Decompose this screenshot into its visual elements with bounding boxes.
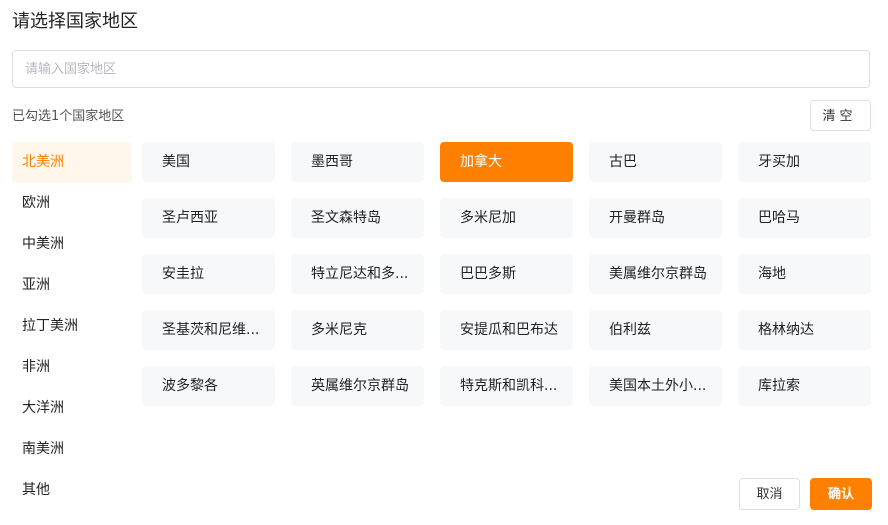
region-item[interactable]: 北美洲 (12, 142, 132, 183)
country-option[interactable]: 圣卢西亚 (142, 198, 275, 238)
country-option[interactable]: 墨西哥 (291, 142, 424, 182)
clear-button[interactable]: 清空 (810, 100, 871, 131)
region-item[interactable]: 欧洲 (12, 183, 132, 224)
country-option[interactable]: 古巴 (589, 142, 722, 182)
country-option[interactable]: 巴巴多斯 (440, 254, 573, 294)
country-option[interactable]: 特克斯和凯科... (440, 366, 573, 406)
country-option[interactable]: 开曼群岛 (589, 198, 722, 238)
country-option[interactable]: 圣文森特岛 (291, 198, 424, 238)
country-option[interactable]: 库拉索 (738, 366, 871, 406)
country-option[interactable]: 美国 (142, 142, 275, 182)
country-option[interactable]: 特立尼达和多... (291, 254, 424, 294)
country-option-selected[interactable]: 加拿大 (440, 142, 573, 182)
cancel-button[interactable]: 取消 (739, 478, 800, 510)
country-option[interactable]: 格林纳达 (738, 310, 871, 350)
country-option[interactable]: 安圭拉 (142, 254, 275, 294)
region-item[interactable]: 非洲 (12, 347, 132, 388)
region-list: 北美洲 欧洲 中美洲 亚洲 拉丁美洲 非洲 大洋洲 南美洲 其他 (12, 142, 132, 511)
country-option[interactable]: 多米尼克 (291, 310, 424, 350)
confirm-button[interactable]: 确认 (810, 478, 872, 510)
country-option[interactable]: 美国本土外小... (589, 366, 722, 406)
country-option[interactable]: 牙买加 (738, 142, 871, 182)
region-item[interactable]: 中美洲 (12, 224, 132, 265)
country-option[interactable]: 海地 (738, 254, 871, 294)
region-item[interactable]: 亚洲 (12, 265, 132, 306)
country-option[interactable]: 圣基茨和尼维... (142, 310, 275, 350)
region-item[interactable]: 南美洲 (12, 429, 132, 470)
country-grid: 美国 墨西哥 加拿大 古巴 牙买加圣卢西亚 圣文森特岛 多米尼加 开曼群岛 巴哈马安圭拉 特立尼达… (142, 142, 872, 406)
region-item[interactable]: 拉丁美洲 (12, 306, 132, 347)
country-option[interactable]: 安提瓜和巴布达 (440, 310, 573, 350)
country-option[interactable]: 波多黎各 (142, 366, 275, 406)
country-option[interactable]: 美属维尔京群岛 (589, 254, 722, 294)
country-option[interactable]: 多米尼加 (440, 198, 573, 238)
country-option[interactable]: 巴哈马 (738, 198, 871, 238)
search-input[interactable] (12, 50, 870, 88)
page-title: 请选择国家地区 (12, 11, 138, 32)
selected-count-label: 已勾选1个国家地区 (12, 109, 125, 124)
country-option[interactable]: 英属维尔京群岛 (291, 366, 424, 406)
region-item[interactable]: 大洋洲 (12, 388, 132, 429)
country-option[interactable]: 伯利兹 (589, 310, 722, 350)
region-item[interactable]: 其他 (12, 470, 132, 511)
